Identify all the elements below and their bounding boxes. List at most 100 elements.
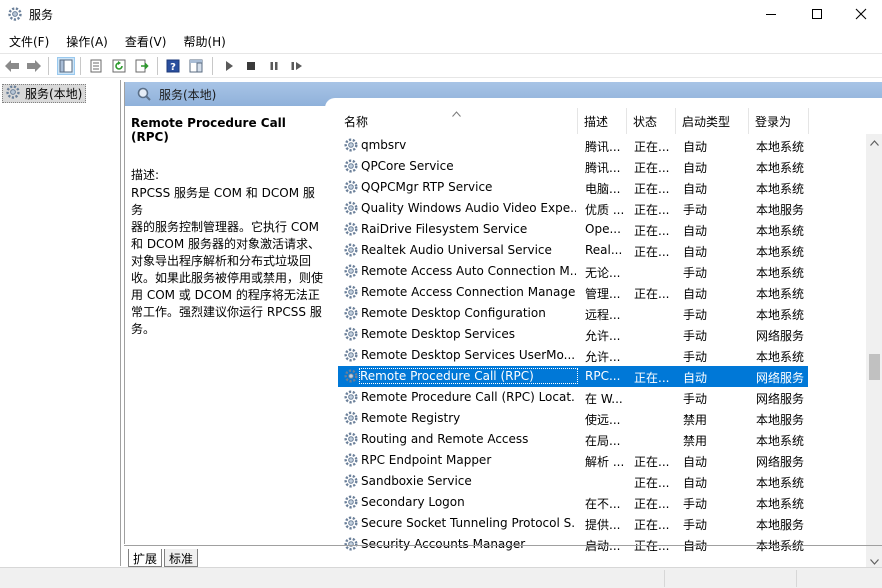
service-description: 允许... [585, 350, 621, 364]
service-status: 正在... [634, 140, 670, 154]
table-row[interactable]: QPCore Service 腾讯... 正在... 自动 本地系统 [338, 156, 808, 177]
service-startup-type: 自动 [683, 371, 708, 385]
tree-item-label: 服务(本地) [25, 87, 83, 101]
service-log-on-as: 本地系统 [756, 224, 805, 238]
panel-header-title: 服务(本地) [159, 87, 217, 102]
status-bar [0, 567, 882, 588]
service-gear-icon [343, 515, 359, 531]
service-description: 优质 ... [585, 203, 625, 217]
service-gear-icon [343, 179, 359, 195]
services-gear-icon [7, 6, 23, 22]
description-line: 对象导出程序解析和分布式垃圾回 [131, 254, 312, 268]
service-log-on-as: 本地系统 [756, 434, 805, 448]
table-row[interactable]: Remote Procedure Call (RPC) RPC... 正在... 自动… [338, 366, 808, 387]
action-pane-icon[interactable] [187, 57, 205, 75]
service-status: 正在... [634, 455, 670, 469]
column-header-description[interactable]: 描述 [578, 108, 627, 134]
column-header-name-label: 名称 [344, 114, 369, 129]
close-button[interactable] [838, 0, 882, 28]
service-name: Realtek Audio Universal Service [361, 243, 552, 257]
service-log-on-as: 网络服务 [756, 455, 805, 469]
properties-icon[interactable] [87, 57, 105, 75]
menu-bar: 文件(F) 操作(A) 查看(V) 帮助(H) [0, 30, 882, 52]
column-header-name[interactable]: 名称 [338, 108, 578, 134]
service-description: 在不... [585, 497, 621, 511]
stop-service-icon[interactable] [242, 57, 260, 75]
table-row[interactable]: Secondary Logon 在不... 正在... 手动 本地系统 [338, 492, 808, 513]
back-arrow-icon[interactable] [3, 57, 21, 75]
table-row[interactable]: RaiDrive Filesystem Service Ope... 正在... 自动… [338, 219, 808, 240]
service-description: 在局... [585, 434, 621, 448]
column-header-status[interactable]: 状态 [627, 108, 676, 134]
service-name: QQPCMgr RTP Service [361, 180, 493, 194]
menu-file[interactable]: 文件(F) [0, 30, 57, 52]
service-description: 腾讯... [585, 140, 621, 154]
menu-help[interactable]: 帮助(H) [174, 30, 233, 52]
export-list-icon[interactable] [133, 57, 151, 75]
service-name: Remote Desktop Services [361, 327, 516, 341]
tree-item-services-local[interactable]: 服务(本地) [2, 84, 86, 103]
service-log-on-as: 本地系统 [756, 350, 805, 364]
console-tree-icon[interactable] [57, 57, 75, 75]
table-row[interactable]: Remote Desktop Services 允许... 手动 网络服务 [338, 324, 808, 345]
description-line: 用 COM 或 DCOM 的程序将无法正 [131, 288, 320, 302]
tab-standard[interactable]: 标准 [164, 549, 199, 567]
menu-view[interactable]: 查看(V) [116, 30, 175, 52]
toolbar-separator [48, 57, 49, 75]
table-row[interactable]: Realtek Audio Universal Service Real... 正在… [338, 240, 808, 261]
scrollbar-thumb[interactable] [869, 354, 880, 380]
table-row[interactable]: Remote Desktop Configuration 远程... 手动 本地系统 [338, 303, 808, 324]
service-startup-type: 自动 [683, 455, 708, 469]
vertical-scrollbar[interactable] [866, 134, 882, 570]
service-gear-icon [343, 410, 359, 426]
service-startup-type: 手动 [683, 350, 708, 364]
service-name: Remote Procedure Call (RPC) [359, 368, 578, 384]
service-description: 管理... [585, 287, 621, 301]
tab-extended[interactable]: 扩展 [128, 549, 163, 567]
scroll-up-arrow-icon[interactable] [866, 134, 882, 151]
services-list: 名称 描述 状态 启动类型 登录为 qmbsrv 腾讯... 正在... 自动 本地系统… [338, 108, 882, 570]
maximize-button[interactable] [794, 0, 840, 28]
description-line: 和 DCOM 服务器的对象激活请求、 [131, 237, 321, 251]
table-row[interactable]: Remote Access Connection Manager 管理... 正在.… [338, 282, 808, 303]
service-log-on-as: 本地系统 [756, 308, 805, 322]
service-name: QPCore Service [361, 159, 454, 173]
start-service-icon[interactable] [220, 57, 238, 75]
service-startup-type: 自动 [683, 224, 708, 238]
column-header-log-on-as[interactable]: 登录为 [749, 108, 809, 134]
table-row[interactable]: Quality Windows Audio Video Expe... 优质 ..… [338, 198, 808, 219]
svg-text:?: ? [170, 62, 176, 73]
service-name: RPC Endpoint Mapper [361, 453, 492, 467]
table-row[interactable]: qmbsrv 腾讯... 正在... 自动 本地系统 [338, 135, 808, 156]
description-text: RPCSS 服务是 COM 和 DCOM 服务 器的服务控制管理器。它执行 CO… [131, 185, 323, 338]
service-startup-type: 禁用 [683, 413, 708, 427]
column-header-log-on-as-label: 登录为 [755, 114, 792, 129]
table-row[interactable]: Remote Access Auto Connection M... 无论... 手… [338, 261, 808, 282]
table-row[interactable]: Remote Procedure Call (RPC) Locat... 在 W.… [338, 387, 808, 408]
service-gear-icon [343, 221, 359, 237]
table-row[interactable]: Routing and Remote Access 在局... 禁用 本地系统 [338, 429, 808, 450]
table-row[interactable]: Sandboxie Service 正在... 自动 本地系统 [338, 471, 808, 492]
description-line: 收。如果此服务被停用或禁用，则使 [131, 271, 324, 285]
table-row[interactable]: Remote Desktop Services UserMo... 允许... 手动… [338, 345, 808, 366]
column-header-startup-type-label: 启动类型 [682, 114, 731, 129]
help-icon[interactable]: ? [164, 57, 182, 75]
table-row[interactable]: RPC Endpoint Mapper 解析 ... 正在... 自动 网络服务 [338, 450, 808, 471]
menu-action[interactable]: 操作(A) [57, 30, 116, 52]
restart-service-icon[interactable] [288, 57, 306, 75]
refresh-icon[interactable] [110, 57, 128, 75]
pause-service-icon[interactable] [265, 57, 283, 75]
table-row[interactable]: Remote Registry 使远... 禁用 本地服务 [338, 408, 808, 429]
service-name: Secure Socket Tunneling Protocol S... [361, 516, 576, 530]
services-rows: qmbsrv 腾讯... 正在... 自动 本地系统 QPCore Service 腾讯..… [338, 135, 808, 555]
service-status: 正在... [634, 518, 670, 532]
service-startup-type: 手动 [683, 329, 708, 343]
table-row[interactable]: QQPCMgr RTP Service 电脑... 正在... 自动 本地系统 [338, 177, 808, 198]
table-row[interactable]: Secure Socket Tunneling Protocol S... 提供.… [338, 513, 808, 534]
column-header-startup-type[interactable]: 启动类型 [676, 108, 749, 134]
services-gear-icon [5, 84, 21, 103]
minimize-button[interactable] [748, 0, 794, 28]
service-description: 提供... [585, 518, 621, 532]
forward-arrow-icon[interactable] [25, 57, 43, 75]
service-description: 在 W... [585, 392, 623, 406]
